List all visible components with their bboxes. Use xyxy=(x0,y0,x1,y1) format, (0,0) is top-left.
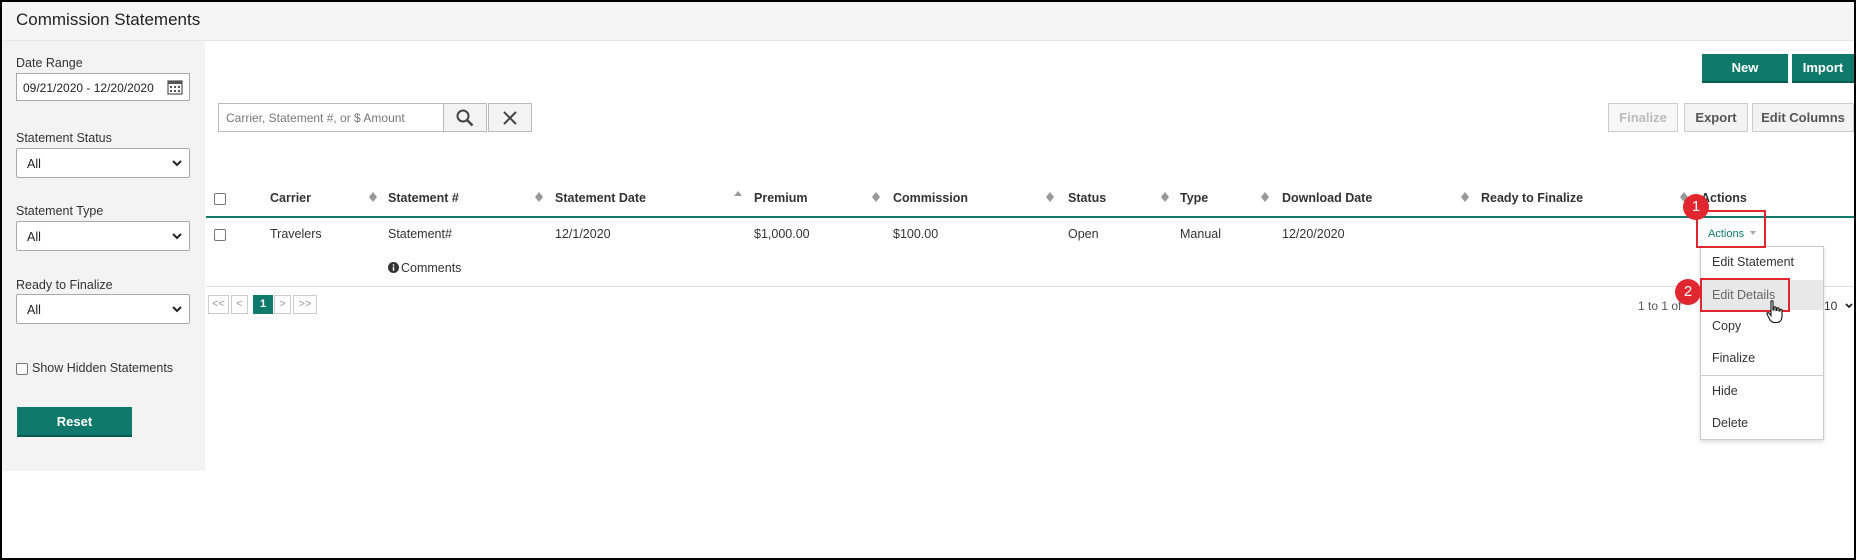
chevron-down-icon xyxy=(172,306,182,313)
menu-item-finalize[interactable]: Finalize xyxy=(1701,343,1823,373)
import-button[interactable]: Import xyxy=(1792,54,1854,83)
statement-type-label: Statement Type xyxy=(16,204,104,218)
column-header-carrier[interactable]: Carrier xyxy=(270,191,311,205)
statement-status-value: All xyxy=(27,157,41,171)
menu-item-hide[interactable]: Hide xyxy=(1701,376,1823,406)
sort-icon[interactable] xyxy=(1461,192,1469,202)
cell-statement-no[interactable]: Statement# xyxy=(388,227,452,241)
chevron-down-icon xyxy=(172,233,182,240)
sort-icon[interactable] xyxy=(1261,192,1269,202)
page-size-value: 10 xyxy=(1824,299,1838,313)
statement-status-label: Statement Status xyxy=(16,131,112,145)
edit-columns-button[interactable]: Edit Columns xyxy=(1752,103,1854,132)
ready-to-finalize-label: Ready to Finalize xyxy=(16,278,113,292)
new-button[interactable]: New xyxy=(1702,54,1788,83)
column-header-type[interactable]: Type xyxy=(1180,191,1208,205)
close-icon xyxy=(503,111,517,125)
statement-status-select[interactable]: All xyxy=(16,148,190,178)
cell-status: Open xyxy=(1068,227,1099,241)
reset-button[interactable]: Reset xyxy=(17,407,132,437)
sort-icon[interactable] xyxy=(1046,192,1054,202)
cell-download-date: 12/20/2020 xyxy=(1282,227,1345,241)
search-button[interactable] xyxy=(443,103,487,132)
title-bar: Commission Statements xyxy=(2,2,1854,41)
column-header-commission[interactable]: Commission xyxy=(893,191,968,205)
sort-icon[interactable] xyxy=(535,192,543,202)
callout-badge-1: 1 xyxy=(1683,194,1709,220)
statement-type-select[interactable]: All xyxy=(16,221,190,251)
row-checkbox[interactable] xyxy=(214,229,226,241)
date-range-value: 09/21/2020 - 12/20/2020 xyxy=(23,81,154,95)
pager-last[interactable]: >> xyxy=(293,295,317,314)
export-button[interactable]: Export xyxy=(1684,103,1748,132)
sort-ascending-icon[interactable] xyxy=(734,189,742,199)
pager-first[interactable]: << xyxy=(208,295,229,314)
info-icon xyxy=(388,262,399,273)
menu-item-delete[interactable]: Delete xyxy=(1701,408,1823,438)
comments-link[interactable]: Comments xyxy=(388,261,461,275)
clear-search-button[interactable] xyxy=(488,103,532,132)
column-header-download-date[interactable]: Download Date xyxy=(1282,191,1372,205)
search-input[interactable] xyxy=(218,103,444,132)
search-icon xyxy=(456,109,474,127)
pager-page-1[interactable]: 1 xyxy=(253,295,273,314)
cell-premium: $1,000.00 xyxy=(754,227,810,241)
date-range-label: Date Range xyxy=(16,56,83,70)
page-size-select[interactable]: 10 xyxy=(1822,294,1854,322)
column-header-premium[interactable]: Premium xyxy=(754,191,808,205)
show-hidden-label: Show Hidden Statements xyxy=(32,361,174,375)
actions-dropdown-menu: Edit Statement Edit Details Copy Finaliz… xyxy=(1700,246,1824,440)
sort-icon[interactable] xyxy=(872,192,880,202)
menu-item-edit-statement[interactable]: Edit Statement xyxy=(1701,247,1823,277)
ready-to-finalize-value: All xyxy=(27,303,41,317)
finalize-button[interactable]: Finalize xyxy=(1608,103,1678,132)
page-title: Commission Statements xyxy=(16,10,201,29)
sort-icon[interactable] xyxy=(1161,192,1169,202)
ready-to-finalize-select[interactable]: All xyxy=(16,294,190,324)
date-range-input[interactable]: 09/21/2020 - 12/20/2020 xyxy=(16,73,190,101)
chevron-down-icon xyxy=(172,160,182,167)
filter-sidebar: Date Range 09/21/2020 - 12/20/2020 State… xyxy=(2,41,205,471)
cell-carrier: Travelers xyxy=(270,227,322,241)
column-header-statement-date[interactable]: Statement Date xyxy=(555,191,646,205)
menu-item-copy[interactable]: Copy xyxy=(1701,311,1823,341)
cell-commission: $100.00 xyxy=(893,227,939,241)
column-header-status[interactable]: Status xyxy=(1068,191,1106,205)
callout-badge-2: 2 xyxy=(1675,279,1701,305)
app-window: Commission Statements Date Range 09/21/2… xyxy=(0,0,1856,560)
header-divider xyxy=(206,216,1854,218)
pager-next[interactable]: > xyxy=(274,295,291,314)
sort-icon[interactable] xyxy=(369,192,377,202)
column-header-statement-no[interactable]: Statement # xyxy=(388,191,459,205)
hand-cursor-icon xyxy=(1766,300,1783,324)
chevron-down-icon xyxy=(1845,303,1853,309)
row-divider xyxy=(206,286,1854,287)
select-all-checkbox[interactable] xyxy=(214,193,226,205)
show-hidden-checkbox[interactable] xyxy=(16,363,28,375)
callout-highlight-actions xyxy=(1696,210,1766,248)
comments-label: Comments xyxy=(401,261,462,275)
calendar-icon[interactable] xyxy=(167,79,183,95)
column-header-ready-to-finalize[interactable]: Ready to Finalize xyxy=(1481,191,1583,205)
cell-statement-date: 12/1/2020 xyxy=(555,227,611,241)
statement-type-value: All xyxy=(27,230,41,244)
pager-prev[interactable]: < xyxy=(231,295,248,314)
pager-range-text: 1 to 1 of xyxy=(1638,299,1682,313)
cell-type: Manual xyxy=(1180,227,1221,241)
